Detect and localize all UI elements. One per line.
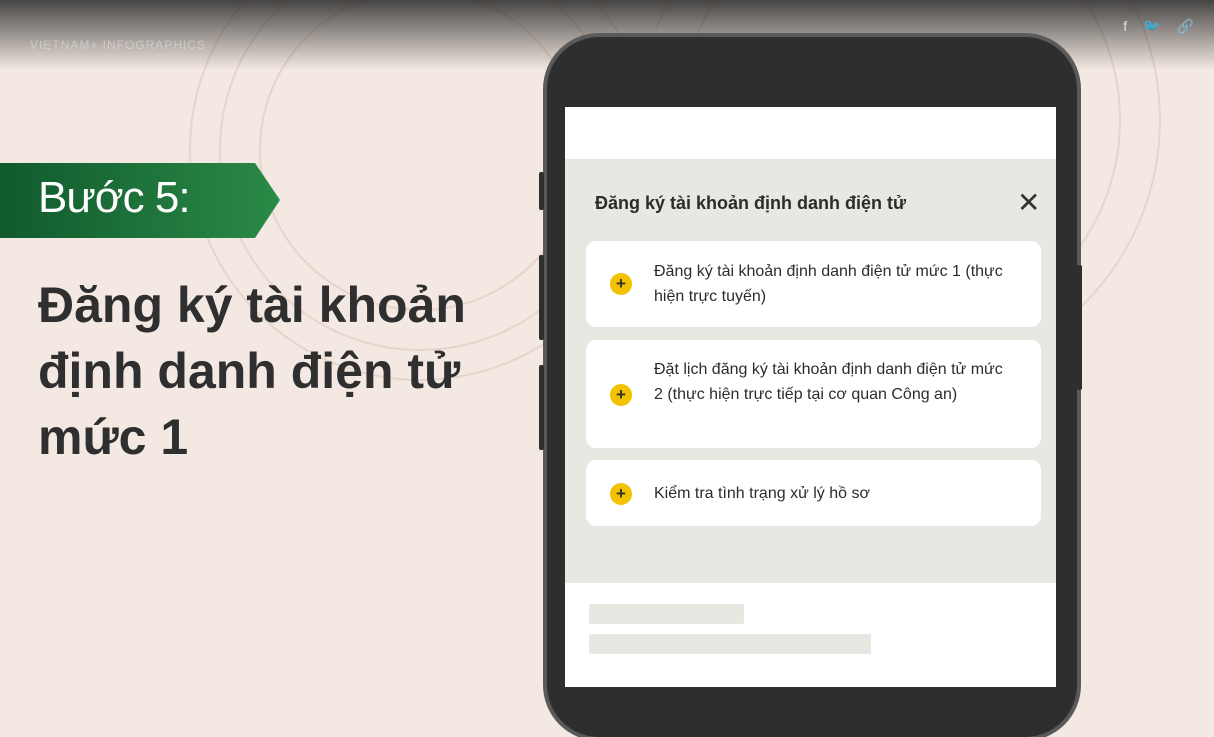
header-logo: VIETNAM+ INFOGRAPHICS bbox=[30, 38, 207, 52]
close-icon[interactable]: ✕ bbox=[1017, 189, 1040, 217]
share-bar: f 🐦 🔗 bbox=[1123, 18, 1194, 35]
facebook-icon[interactable]: f bbox=[1123, 18, 1127, 35]
twitter-icon[interactable]: 🐦 bbox=[1143, 18, 1160, 35]
plus-icon: + bbox=[610, 384, 632, 406]
link-icon[interactable]: 🔗 bbox=[1177, 18, 1194, 35]
phone-side-button bbox=[1077, 265, 1082, 390]
step-title: Đăng ký tài khoản định danh điện tử mức … bbox=[38, 277, 466, 465]
phone-side-button bbox=[539, 172, 544, 210]
option-label: Đăng ký tài khoản định danh điện tử mức … bbox=[654, 263, 1003, 305]
plus-icon: + bbox=[610, 273, 632, 295]
option-check-status[interactable]: + Kiểm tra tình trạng xử lý hồ sơ bbox=[586, 460, 1041, 526]
plus-icon: + bbox=[610, 483, 632, 505]
phone-side-button bbox=[539, 255, 544, 340]
modal-title: Đăng ký tài khoản định danh điện tử bbox=[595, 193, 907, 213]
option-label: Kiểm tra tình trạng xử lý hồ sơ bbox=[654, 485, 870, 502]
phone-screen: Đăng ký tài khoản định danh điện tử ✕ + … bbox=[565, 107, 1056, 687]
step-label: Bước 5: bbox=[38, 173, 191, 222]
step-banner: Bước 5: bbox=[0, 163, 280, 238]
option-online-registration[interactable]: + Đăng ký tài khoản định danh điện tử mứ… bbox=[586, 241, 1041, 327]
phone-side-button bbox=[539, 365, 544, 450]
option-label: Đặt lịch đăng ký tài khoản định danh điệ… bbox=[654, 361, 1003, 403]
placeholder-line bbox=[589, 634, 871, 654]
placeholder-line bbox=[589, 604, 744, 624]
option-schedule-registration[interactable]: + Đặt lịch đăng ký tài khoản định danh đ… bbox=[586, 340, 1041, 448]
